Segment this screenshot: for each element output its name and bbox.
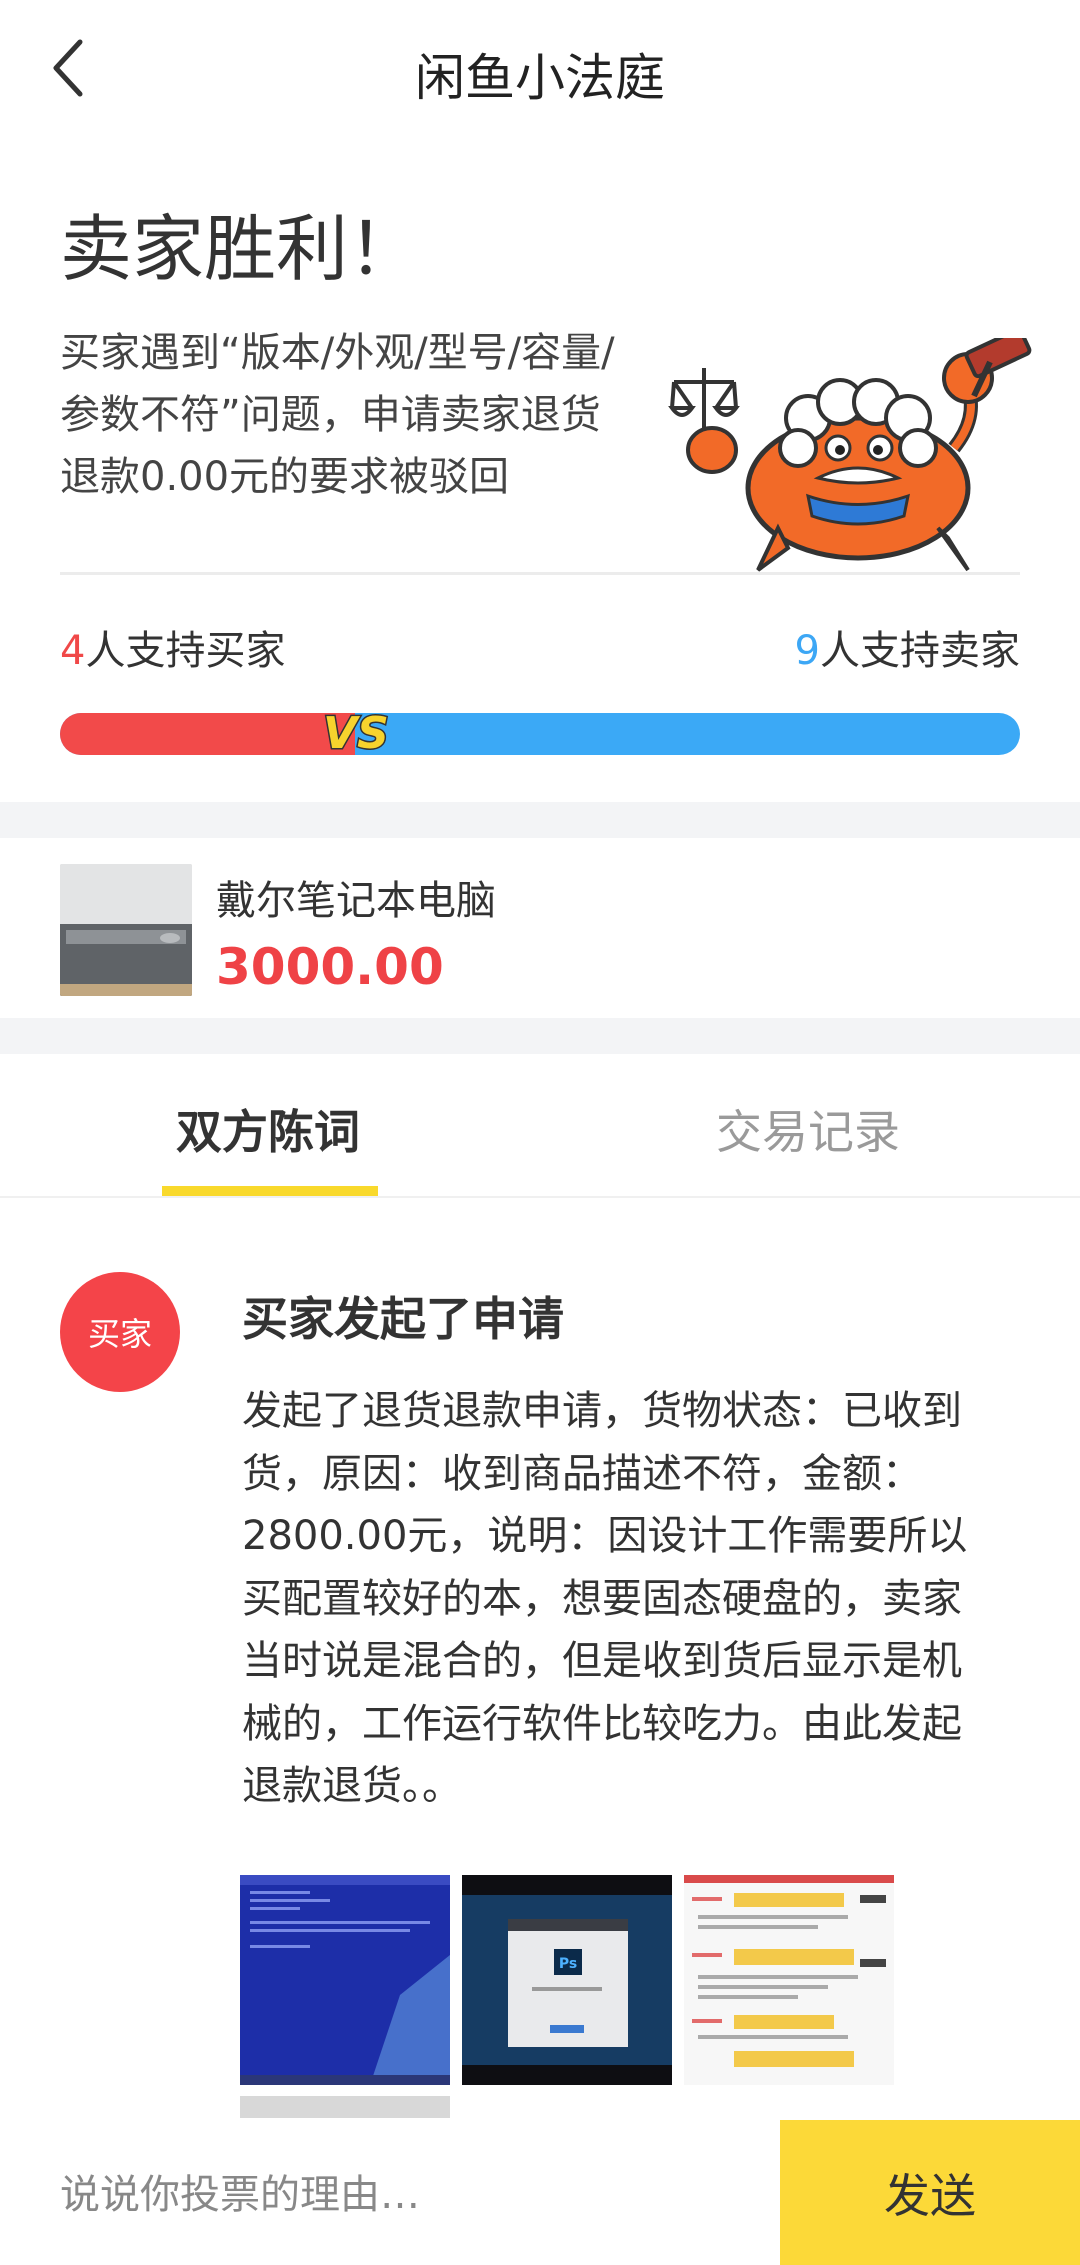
photoshop-loading-photo: Ps	[462, 1875, 672, 2085]
vs-badge: VS	[322, 707, 391, 761]
chat-log-photo	[684, 1875, 894, 2085]
product-name[interactable]: 戴尔笔记本电脑	[216, 868, 496, 926]
send-button[interactable]: 发送	[780, 2120, 1080, 2265]
evidence-photo[interactable]	[684, 1875, 894, 2085]
statement-line: 货，原因：收到商品描述不符，金额：	[242, 1450, 922, 1497]
seller-support-count: 9人支持卖家	[795, 618, 1020, 676]
seller-support-label: 人支持卖家	[820, 628, 1020, 674]
active-tab-indicator	[162, 1186, 378, 1196]
buyer-support-count: 4人支持买家	[60, 618, 285, 676]
product-thumbnail[interactable]	[60, 864, 192, 996]
statement-line: 2800.00元，说明：因设计工作需要所以	[242, 1513, 968, 1559]
statement-line: 买配置较好的本，想要固态硬盘的，卖家	[242, 1575, 962, 1622]
verdict-desc-line: 买家遇到“版本/外观/型号/容量/	[60, 330, 615, 376]
tab-trade-record[interactable]: 交易记录	[716, 1096, 900, 1162]
verdict-description: 买家遇到“版本/外观/型号/容量/ 参数不符”问题，申请卖家退货 退款0.00元…	[60, 322, 680, 508]
vote-progress-bar	[60, 713, 1020, 755]
product-price: 3000.00	[216, 938, 444, 996]
statement-line: 发起了退货退款申请，货物状态：已收到	[242, 1388, 962, 1434]
statement-body: 发起了退货退款申请，货物状态：已收到 货，原因：收到商品描述不符，金额： 280…	[242, 1380, 1010, 1818]
evidence-photo[interactable]	[240, 1875, 450, 2085]
crab-judge-illustration	[668, 338, 1032, 572]
statement-line: 械的，工作运行软件比较吃力。由此发起	[242, 1700, 962, 1747]
evidence-photo[interactable]: Ps	[462, 1875, 672, 2085]
statement-line: 当时说是混合的，但是收到货后显示是机	[242, 1638, 962, 1684]
blue-screen-photo	[240, 1875, 450, 2085]
verdict-desc-line: 参数不符”问题，申请卖家退货	[60, 392, 601, 438]
buyer-avatar: 买家	[60, 1272, 180, 1392]
buyer-support-label: 人支持买家	[85, 628, 286, 674]
laptop-photo	[60, 864, 192, 996]
scales-icon	[668, 368, 740, 428]
vote-reason-input[interactable]: 说说你投票的理由…	[60, 2162, 740, 2220]
gavel-icon	[964, 338, 1032, 398]
section-gap	[0, 802, 1080, 838]
verdict-desc-line: 退款0.00元的要求被驳回	[60, 454, 510, 500]
buyer-vote-fill	[60, 713, 356, 755]
statement-line: 退款退货。。	[242, 1763, 462, 1809]
verdict-title: 卖家胜利！	[60, 207, 421, 291]
section-divider	[60, 572, 1020, 575]
seller-count: 9	[794, 628, 820, 674]
svg-text:Ps: Ps	[559, 1956, 577, 1972]
svg-text:VS: VS	[323, 708, 389, 759]
evidence-photo-partial[interactable]	[240, 2096, 450, 2118]
tab-divider	[0, 1196, 1080, 1198]
section-gap	[0, 1018, 1080, 1054]
tab-statements[interactable]: 双方陈词	[176, 1096, 360, 1162]
buyer-count: 4	[60, 628, 86, 674]
page-title: 闲鱼小法庭	[415, 49, 665, 107]
statement-title: 买家发起了申请	[242, 1292, 564, 1346]
